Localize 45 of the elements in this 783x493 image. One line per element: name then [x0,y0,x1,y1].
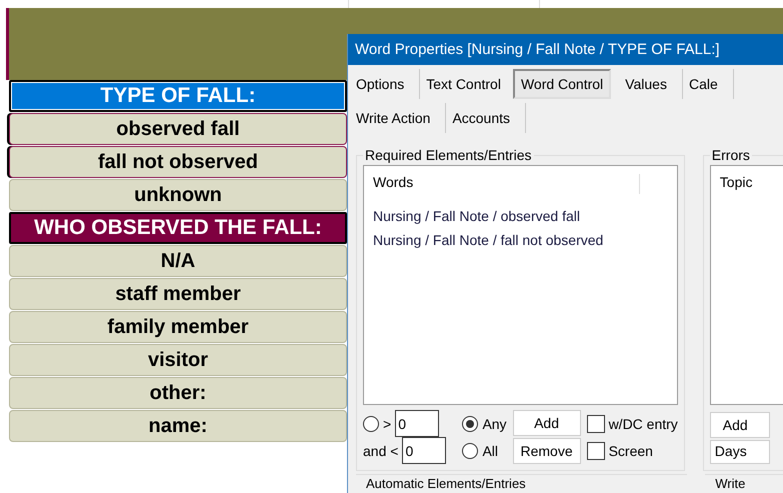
radio-button[interactable] [363,416,379,432]
field-label: and < [363,442,398,458]
option-row[interactable]: family member [9,311,347,343]
list-item[interactable]: Nursing / Fall Note / fall not observed [373,228,668,252]
option-row[interactable]: staff member [9,278,347,310]
group-label: Write [713,477,748,491]
option-row[interactable]: other: [9,377,347,409]
list-item[interactable]: Nursing / Fall Note / observed fall [373,204,668,228]
column-header[interactable]: Topic [720,174,752,190]
radio-label: All [482,442,498,458]
group-label: Automatic Elements/Entries [364,477,528,491]
radio-button[interactable] [462,416,478,432]
checkbox[interactable] [586,442,605,460]
input-field[interactable]: 0 [402,437,446,464]
add-button[interactable]: Add [710,412,770,438]
radio-label: Any [482,416,507,432]
option-row[interactable]: unknown [9,179,347,211]
tab[interactable]: Values [619,69,683,99]
group-label: Errors [710,147,751,163]
column-header[interactable]: Words [373,174,640,194]
action-button[interactable]: Add [512,410,581,436]
window-title: Word Properties [Nursing / Fall Note / TYPE OF FALL:] [348,34,783,65]
tab[interactable]: Accounts [446,103,526,133]
radio-button[interactable] [462,442,478,458]
section-header[interactable]: TYPE OF FALL: [9,80,347,112]
checkbox[interactable] [586,414,605,432]
dropdown[interactable]: Days [710,440,770,464]
field-label: > [383,416,392,432]
checkbox-label: w/DC entry [608,416,678,432]
section-header[interactable]: WHO OBSERVED THE FALL: [9,212,347,244]
option-row[interactable]: observed fall [9,113,347,145]
checkbox-label: Screen [608,442,653,458]
tab[interactable]: Options [350,69,420,99]
word-list[interactable]: Words Nursing / Fall Note / observed fall Nursing / Fall Note / fall not observed [363,165,678,405]
action-button[interactable]: Remove [512,438,581,464]
option-row[interactable]: N/A [9,245,347,277]
option-row[interactable]: fall not observed [9,146,347,178]
tab[interactable]: Write Action [350,103,446,133]
option-row[interactable]: name: [9,410,347,442]
input-field[interactable]: 0 [395,410,440,437]
option-row[interactable]: visitor [9,344,347,376]
group-label: Required Elements/Entries [364,147,533,163]
tab[interactable]: Cale [682,69,734,99]
topic-list[interactable]: Topic [710,165,783,406]
tab[interactable]: Word Control [512,69,612,99]
